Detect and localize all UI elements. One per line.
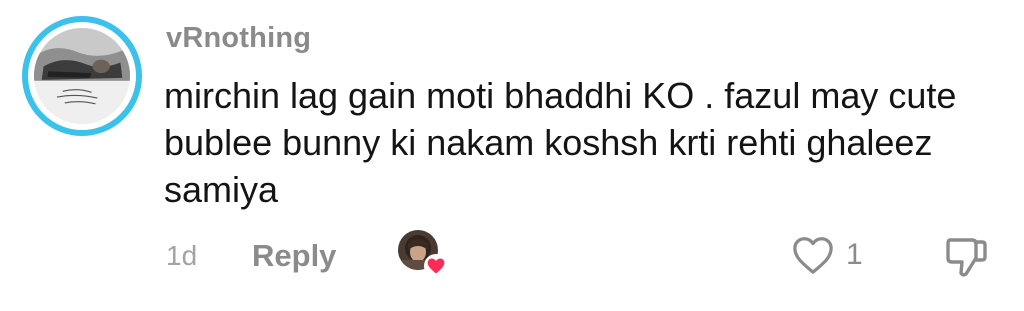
heart-outline-icon[interactable] (790, 234, 836, 276)
reply-button[interactable]: Reply (252, 238, 336, 274)
heart-badge-icon (424, 254, 448, 278)
comment-text: mirchin lag gain moti bhaddhi KO . fazul… (164, 75, 957, 210)
thumbs-down-icon[interactable] (942, 232, 990, 280)
comment-username[interactable]: vRnothing (166, 22, 311, 55)
comment-meta: 1d Reply (166, 236, 336, 276)
comment-item: vRnothing mirchin lag gain moti bhaddhi … (0, 0, 1024, 311)
like-count: 1 (846, 238, 863, 271)
creator-liked-badge (398, 230, 448, 278)
avatar[interactable] (22, 16, 142, 136)
comment-timestamp: 1d (166, 240, 198, 271)
avatar-image (34, 28, 130, 124)
like-control: 1 (790, 234, 863, 276)
